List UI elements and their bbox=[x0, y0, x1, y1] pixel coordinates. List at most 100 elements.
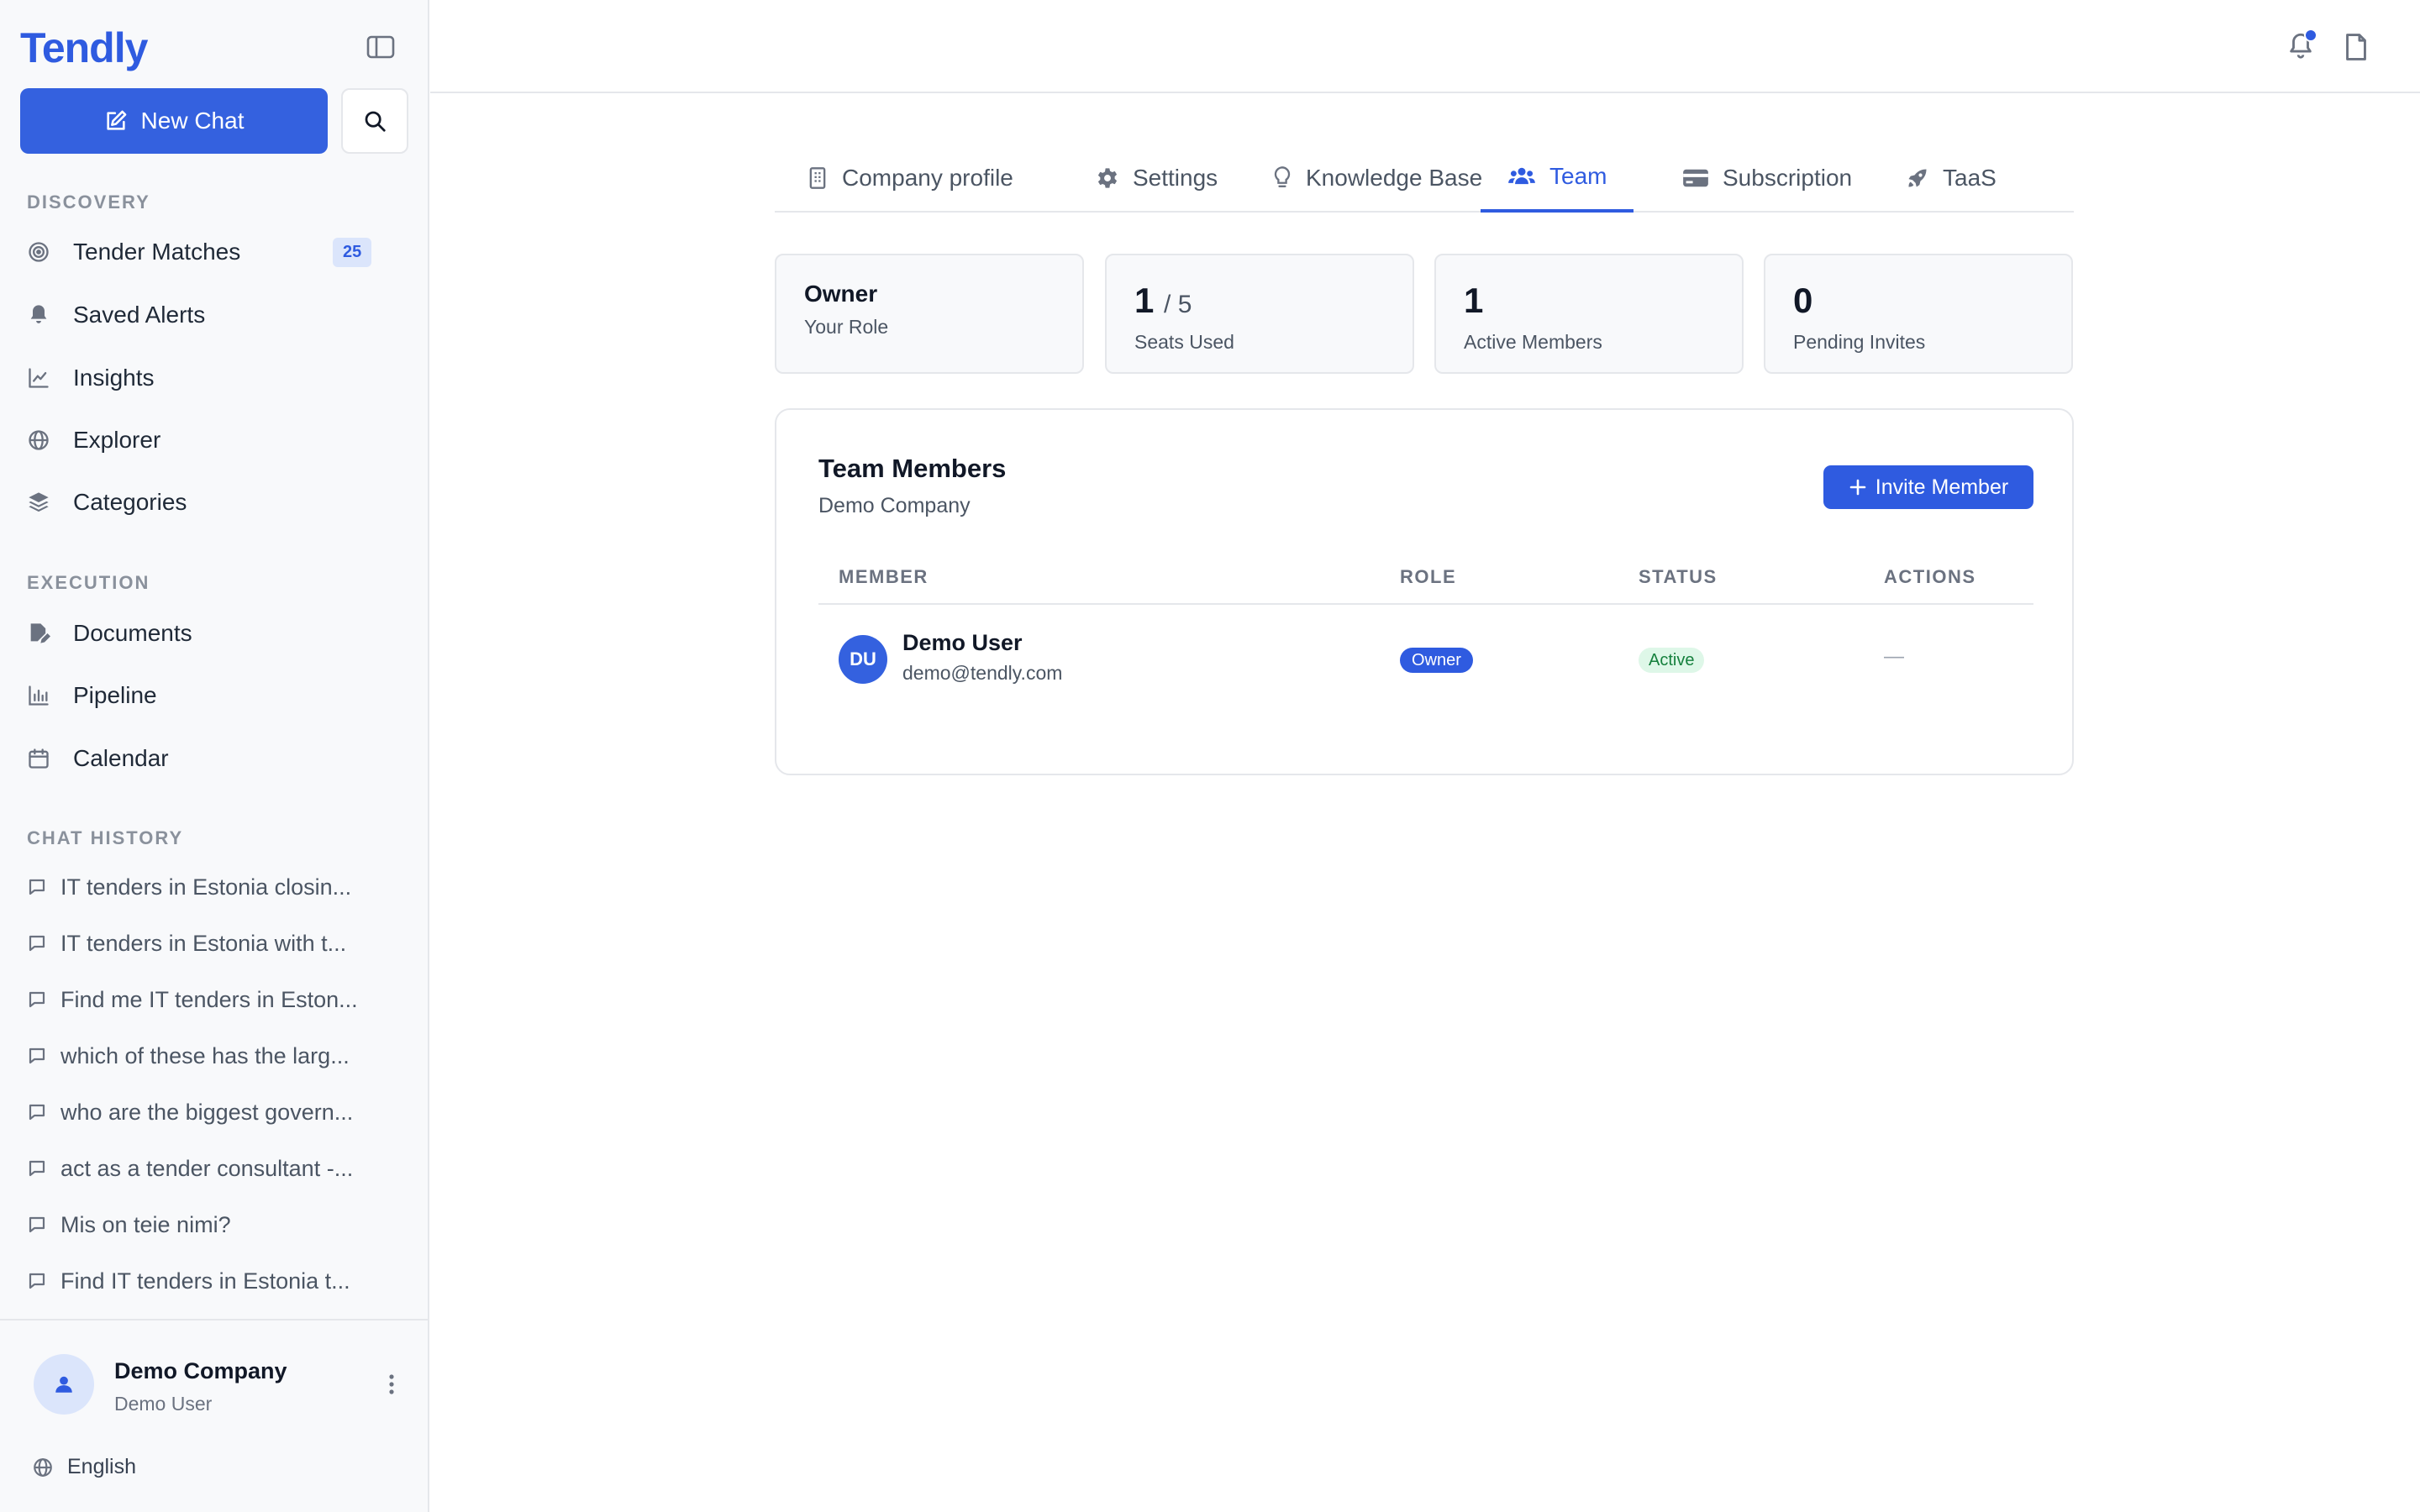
lightbulb-icon bbox=[1274, 165, 1291, 187]
calendar-icon bbox=[27, 747, 50, 770]
invite-member-label: Invite Member bbox=[1875, 475, 2009, 499]
account-menu-button[interactable] bbox=[378, 1369, 405, 1399]
account-company-name: Demo Company bbox=[114, 1358, 287, 1383]
chat-history-item[interactable]: Mis on teie nimi? bbox=[27, 1204, 397, 1246]
tab-team[interactable]: Team bbox=[1481, 143, 1634, 213]
target-icon bbox=[27, 240, 50, 264]
tab-knowledge-base[interactable]: Knowledge Base bbox=[1245, 143, 1509, 213]
chat-history-label: Find me IT tenders in Eston... bbox=[60, 986, 358, 1012]
notification-dot bbox=[2304, 29, 2317, 42]
role-badge: Owner bbox=[1400, 648, 1473, 673]
member-email: demo@tendly.com bbox=[902, 662, 1063, 684]
sidebar-item-label: Calendar bbox=[73, 745, 169, 771]
sidebar-item-insights[interactable]: Insights bbox=[27, 353, 397, 403]
sidebar-toggle-icon bbox=[366, 35, 395, 59]
top-bar bbox=[430, 0, 2420, 93]
chat-history-item[interactable]: who are the biggest govern... bbox=[27, 1091, 397, 1133]
chat-history-item[interactable]: which of these has the larg... bbox=[27, 1035, 397, 1077]
sidebar-item-categories[interactable]: Categories bbox=[27, 477, 397, 528]
sidebar-item-label: Categories bbox=[73, 489, 187, 515]
account-panel: Demo Company Demo User English bbox=[0, 1319, 429, 1512]
sidebar: Tendly New Chat DISCOVERY Tender Matches… bbox=[0, 0, 429, 1512]
team-members-title: Team Members bbox=[818, 454, 1007, 483]
member-name: Demo User bbox=[902, 630, 1023, 655]
chat-history-label: act as a tender consultant -... bbox=[60, 1155, 354, 1181]
line-chart-icon bbox=[27, 366, 50, 390]
table-divider bbox=[818, 603, 2033, 605]
tab-settings[interactable]: Settings bbox=[1069, 143, 1244, 213]
column-header-status: STATUS bbox=[1639, 566, 1718, 587]
sidebar-item-pipeline[interactable]: Pipeline bbox=[27, 670, 397, 721]
pending-invites-count: 0 bbox=[1793, 281, 1813, 320]
pending-invites-label: Pending Invites bbox=[1793, 331, 1926, 353]
role-value: Owner bbox=[804, 281, 878, 307]
globe-icon bbox=[27, 428, 50, 452]
globe-icon bbox=[34, 1457, 52, 1477]
column-header-actions: ACTIONS bbox=[1884, 566, 1976, 587]
plus-icon bbox=[1849, 479, 1866, 496]
sidebar-item-documents[interactable]: Documents bbox=[27, 608, 397, 659]
chat-history-label: Find IT tenders in Estonia t... bbox=[60, 1268, 350, 1294]
active-members-count: 1 bbox=[1464, 281, 1484, 320]
settings-tabs: Company profile Settings Knowledge Base … bbox=[775, 143, 2074, 213]
sidebar-item-tender-matches[interactable]: Tender Matches 25 bbox=[27, 227, 397, 277]
seats-label: Seats Used bbox=[1134, 331, 1234, 353]
new-chat-button[interactable]: New Chat bbox=[20, 88, 328, 154]
app-logo[interactable]: Tendly bbox=[20, 24, 148, 72]
chat-history-label: Mis on teie nimi? bbox=[60, 1211, 231, 1237]
building-icon bbox=[809, 166, 826, 189]
users-icon bbox=[1508, 167, 1535, 184]
credit-card-icon bbox=[1683, 169, 1708, 186]
seats-total: / 5 bbox=[1164, 291, 1192, 318]
language-label: English bbox=[67, 1455, 136, 1478]
stat-card-pending-invites: 0 Pending Invites bbox=[1764, 254, 2073, 374]
status-badge: Active bbox=[1639, 648, 1705, 673]
layers-icon bbox=[27, 491, 50, 514]
chat-history-item[interactable]: Find me IT tenders in Eston... bbox=[27, 979, 397, 1021]
tab-label: Knowledge Base bbox=[1306, 164, 1483, 191]
section-label-chat-history: CHAT HISTORY bbox=[27, 827, 184, 848]
chat-history-item[interactable]: IT tenders in Estonia with t... bbox=[27, 922, 397, 964]
sidebar-item-label: Explorer bbox=[73, 427, 161, 453]
chat-history-item[interactable]: Find IT tenders in Estonia t... bbox=[27, 1260, 397, 1302]
user-icon bbox=[55, 1376, 72, 1393]
member-avatar: DU bbox=[839, 635, 887, 684]
sidebar-item-label: Documents bbox=[73, 620, 192, 646]
stat-card-role: Owner Your Role bbox=[775, 254, 1084, 374]
member-actions: — bbox=[1884, 645, 1904, 668]
new-chat-label: New Chat bbox=[140, 108, 245, 134]
role-label: Your Role bbox=[804, 316, 889, 338]
sidebar-toggle-button[interactable] bbox=[365, 32, 398, 62]
gear-icon bbox=[1097, 167, 1118, 188]
message-icon bbox=[27, 1215, 47, 1235]
language-selector[interactable]: English bbox=[32, 1455, 136, 1479]
sidebar-item-label: Tender Matches bbox=[73, 239, 241, 265]
tab-label: Company profile bbox=[842, 164, 1013, 191]
documents-button[interactable] bbox=[2339, 29, 2373, 66]
message-icon bbox=[27, 990, 47, 1010]
chat-history-label: which of these has the larg... bbox=[60, 1042, 350, 1068]
chat-history-label: who are the biggest govern... bbox=[60, 1099, 354, 1125]
sidebar-item-calendar[interactable]: Calendar bbox=[27, 733, 397, 784]
sidebar-item-saved-alerts[interactable]: Saved Alerts bbox=[27, 290, 397, 340]
stat-card-active-members: 1 Active Members bbox=[1434, 254, 1744, 374]
chat-history-item[interactable]: act as a tender consultant -... bbox=[27, 1147, 397, 1189]
message-icon bbox=[27, 877, 47, 897]
chat-history-label: IT tenders in Estonia closin... bbox=[60, 874, 352, 900]
stat-card-seats: 1 / 5 Seats Used bbox=[1105, 254, 1414, 374]
tab-company-profile[interactable]: Company profile bbox=[780, 143, 1040, 213]
search-button[interactable] bbox=[341, 88, 408, 154]
avatar[interactable] bbox=[34, 1354, 94, 1415]
section-label-discovery: DISCOVERY bbox=[27, 192, 150, 213]
tab-subscription[interactable]: Subscription bbox=[1655, 143, 1879, 213]
chat-history-label: IT tenders in Estonia with t... bbox=[60, 930, 347, 956]
invite-member-button[interactable]: Invite Member bbox=[1823, 465, 2033, 509]
sidebar-item-explorer[interactable]: Explorer bbox=[27, 415, 397, 465]
seats-value: 1 / 5 bbox=[1134, 281, 1192, 321]
message-icon bbox=[27, 1158, 47, 1179]
chat-history-item[interactable]: IT tenders in Estonia closin... bbox=[27, 866, 397, 908]
sidebar-item-label: Pipeline bbox=[73, 682, 157, 708]
more-vertical-icon bbox=[389, 1374, 394, 1394]
tab-taas[interactable]: TaaS bbox=[1879, 143, 2023, 213]
tender-matches-count-badge: 25 bbox=[333, 237, 372, 267]
